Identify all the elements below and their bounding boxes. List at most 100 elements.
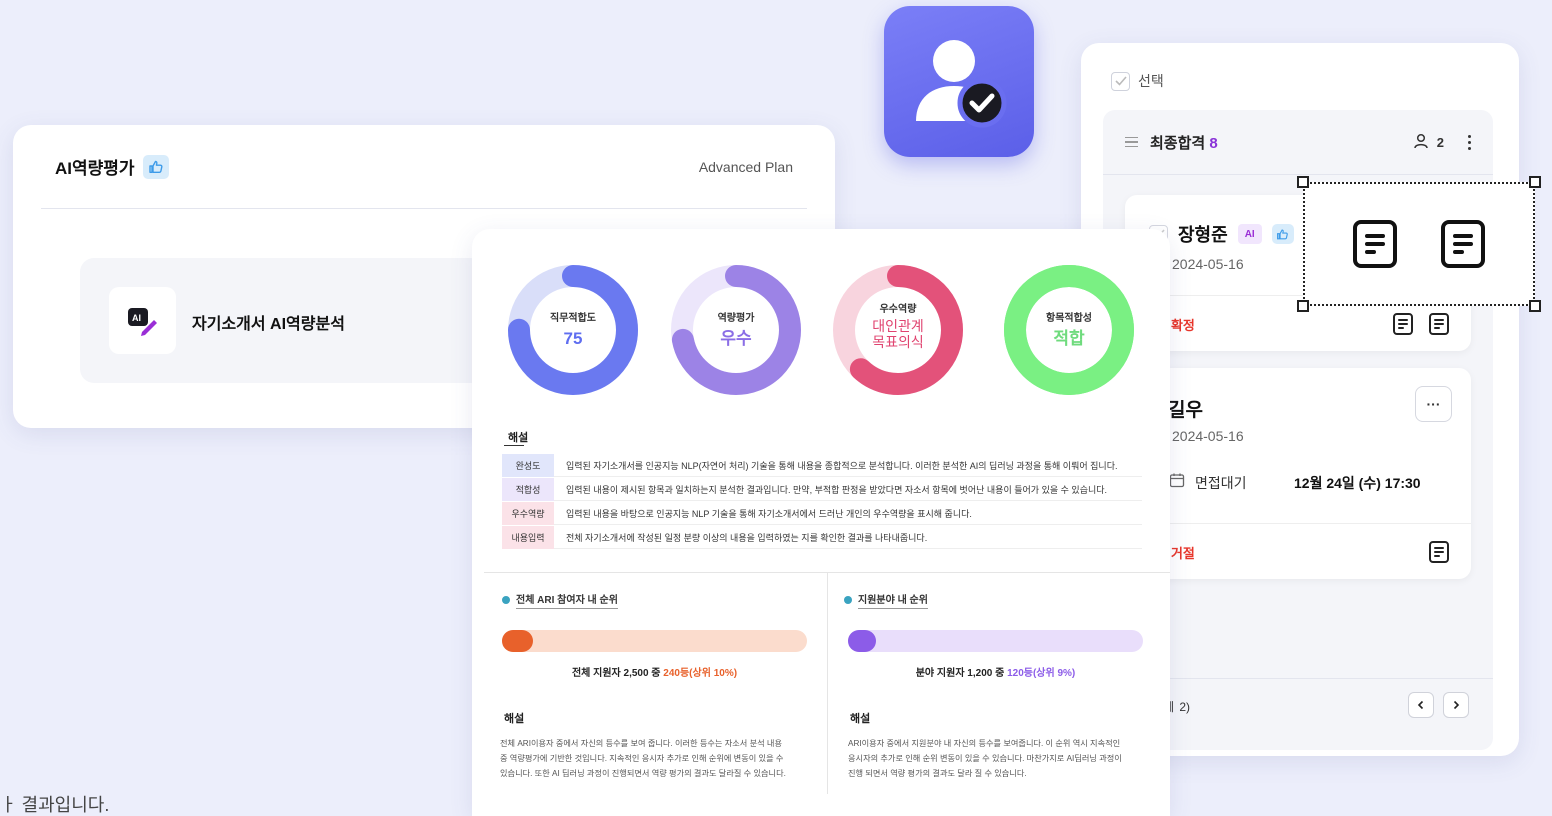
expl-line: 전체 ARI이용자 중에서 자신의 등수를 보여 줍니다. 이러한 등수는 자소…: [500, 739, 782, 748]
schedule-label: 면접대기: [1195, 474, 1247, 491]
field-rank-bar: [848, 630, 1143, 652]
dot-icon: [502, 596, 510, 604]
overall-rank-text: 전체 지원자 2,500 중 240등(상위 10%): [502, 664, 807, 679]
candidate-name: 장형준: [1178, 225, 1228, 245]
explanation-text: 전체 자기소개서에 작성된 일정 분량 이상의 내용을 입력하였는 지를 확인한…: [566, 532, 928, 543]
more-vertical-icon[interactable]: [1468, 134, 1471, 150]
explanation-text: 입력된 내용이 제시된 항목과 일치하는지 분석한 결과입니다. 만약, 부적합…: [566, 484, 1108, 495]
candidate-date: 2024-05-16: [1172, 428, 1244, 444]
ai-badge: AI: [1237, 224, 1262, 244]
divider: [827, 572, 828, 794]
donut-label: 역량평가: [718, 311, 756, 324]
expl-line: 응시자의 추가로 인해 순위 변동이 있을 수 있습니다. 마찬가지로 AI딥러…: [848, 754, 1122, 763]
candidate-name: 길우: [1168, 400, 1203, 421]
donut-charts: 직무적합도75역량평가우수우수역량대인관계목표의식항목적합성적합: [508, 265, 1134, 395]
explanation-text: 입력된 자기소개서를 인공지능 NLP(자연어 처리) 기술을 통해 내용을 종…: [566, 460, 1118, 471]
assignee-count: 2: [1436, 134, 1444, 150]
resize-handle[interactable]: [1297, 300, 1309, 312]
explanation-tag: 우수역량: [502, 501, 554, 525]
field-rank-bar-fill: [848, 630, 876, 652]
overall-rank-expl-title: 해설: [504, 713, 525, 725]
field-rank-prefix: 분야 지원자 1,200 중: [915, 668, 1008, 679]
field-rank-title-text: 지원분야 내 순위: [858, 591, 928, 609]
explanation-text: 입력된 내용을 바탕으로 인공지능 NLP 기술을 통해 자기소개서에서 드러난…: [566, 508, 972, 519]
dot-icon: [844, 596, 852, 604]
ai-card-title: AI역량평가: [55, 154, 169, 179]
more-label: ···: [1426, 396, 1441, 412]
overall-rank-bar-fill: [502, 630, 533, 652]
donut-label: 항목적합성: [1046, 311, 1092, 324]
donut-label: 직무적합도: [550, 311, 596, 324]
ai-card-title-text: AI역량평가: [55, 159, 135, 178]
explanation-title: 해설: [508, 432, 529, 444]
ai-analysis-item[interactable]: AI 자기소개서 AI역량분석: [80, 258, 500, 383]
drag-handle-icon[interactable]: [1125, 136, 1138, 148]
next-page-button[interactable]: [1443, 692, 1469, 718]
explanation-tag: 완성도: [502, 453, 554, 477]
resize-handle[interactable]: [1297, 176, 1309, 188]
donut-value: 적합: [1053, 328, 1085, 348]
schedule-time: 12월 24일 (수) 17:30: [1294, 475, 1421, 491]
document-icon[interactable]: [1441, 220, 1485, 268]
field-rank-expl-title: 해설: [850, 713, 871, 725]
select-label: 선택: [1138, 73, 1164, 89]
donut-3: 우수역량대인관계목표의식: [833, 265, 963, 395]
document-icon[interactable]: [1429, 313, 1449, 335]
field-rank-title: 지원분야 내 순위: [844, 591, 928, 609]
overall-rank-highlight: 240등(상위 10%): [663, 668, 738, 679]
ai-card-header: AI역량평가 Advanced Plan: [41, 125, 807, 209]
expl-line: 진행 되면서 역량 평가의 결과도 달라 질 수 있습니다.: [848, 769, 1027, 778]
resize-handle[interactable]: [1529, 300, 1541, 312]
explanation-tag: 적합성: [502, 477, 554, 501]
donut-value: 우수: [720, 329, 752, 348]
overall-rank-title: 전체 ARI 참여자 내 순위: [502, 591, 618, 609]
candidate-date: 2024-05-16: [1172, 256, 1244, 272]
explanation-tag: 내용입력: [502, 525, 554, 549]
field-rank-expl: ARI이용자 중에서 지원분야 내 자신의 등수를 보여줍니다. 이 순위 역시…: [848, 736, 1158, 781]
donut-1: 직무적합도 75: [508, 265, 638, 395]
explanation-row: 완성도 입력된 자기소개서를 인공지능 NLP(자연어 처리) 기술을 통해 내용…: [502, 453, 1142, 477]
donut-4: 항목적합성적합: [1004, 265, 1134, 395]
selected-documents-overlay[interactable]: [1297, 176, 1541, 312]
expl-line: 중 역량평가에 기반한 것입니다. 지속적인 응시자 추가로 인해 순위에 변동…: [500, 754, 784, 763]
more-button[interactable]: ···: [1415, 386, 1452, 422]
donut-value: 75: [564, 329, 583, 348]
donut-2: 역량평가우수: [671, 265, 801, 395]
column-header: 최종합격 8 2: [1103, 110, 1493, 174]
ai-edit-icon: AI: [109, 287, 176, 354]
document-icon[interactable]: [1353, 220, 1397, 268]
overall-rank-prefix: 전체 지원자 2,500 중: [571, 668, 664, 679]
document-icon[interactable]: [1393, 313, 1413, 335]
expl-line: 있습니다. 또한 AI 딥러닝 과정이 진행되면서 역량 평가의 결과도 달라질…: [500, 769, 786, 778]
field-rank-highlight: 120등(상위 9%): [1007, 668, 1076, 679]
overall-rank-title-text: 전체 ARI 참여자 내 순위: [516, 591, 618, 609]
thumbs-up-icon: [1271, 224, 1294, 244]
select-checkbox[interactable]: [1111, 71, 1130, 91]
overall-rank-bar: [502, 630, 807, 652]
ai-analysis-label: 자기소개서 AI역량분석: [192, 316, 345, 333]
field-rank-text: 분야 지원자 1,200 중 120등(상위 9%): [848, 664, 1143, 679]
calendar-icon: [1169, 472, 1185, 493]
explanation-row: 내용입력 전체 자기소개서에 작성된 일정 분량 이상의 내용을 입력하였는 지를…: [502, 525, 1142, 549]
svg-text:AI: AI: [132, 313, 141, 323]
overall-rank-expl: 전체 ARI이용자 중에서 자신의 등수를 보여 줍니다. 이러한 등수는 자소…: [500, 736, 820, 781]
donut-value: 대인관계: [872, 318, 924, 334]
thumbs-up-icon: [142, 154, 169, 179]
column-title: 최종합격: [1150, 134, 1206, 152]
explanation-row: 우수역량 입력된 내용을 바탕으로 인공지능 NLP 기술을 통해 자기소개서에서…: [502, 501, 1142, 525]
document-icon[interactable]: [1429, 541, 1449, 563]
select-all[interactable]: 선택: [1111, 71, 1164, 91]
resize-handle[interactable]: [1529, 176, 1541, 188]
footer-caption: ㅏ 결과입니다.: [0, 795, 110, 815]
plan-label: Advanced Plan: [698, 158, 793, 175]
column-count: 8: [1209, 134, 1218, 152]
donut-label: 우수역량: [880, 302, 918, 315]
ai-report-card: 직무적합도 75 역량평가 우수 우수역량 대인관계 목표의식 항목적합성 적합 해설 완성도 입…: [472, 229, 1170, 816]
prev-page-button[interactable]: [1408, 692, 1434, 718]
expl-line: ARI이용자 중에서 지원분야 내 자신의 등수를 보여줍니다. 이 순위 역시…: [848, 739, 1121, 748]
user-check-app-icon: [884, 6, 1034, 157]
person-icon: [1413, 133, 1429, 152]
candidate-card-2[interactable]: 길우 ··· 2024-05-16 면접대기 12월 24일 (수) 17:30…: [1125, 368, 1471, 579]
donut-value: 목표의식: [872, 334, 924, 350]
explanation-row: 적합성 입력된 내용이 제시된 항목과 일치하는지 분석한 결과입니다. 만약, …: [502, 477, 1142, 501]
